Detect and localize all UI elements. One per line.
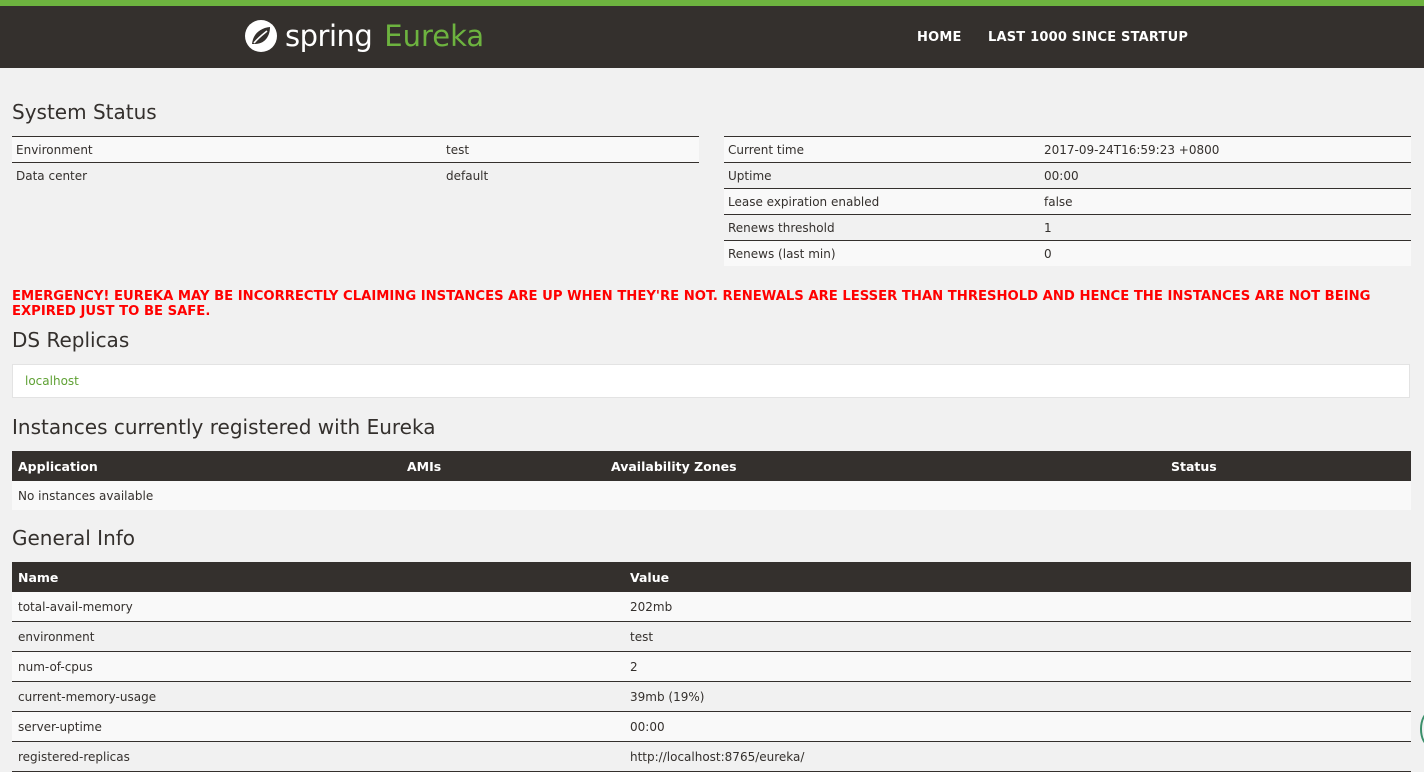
info-value: http://localhost:8765/eureka/ <box>624 741 1411 772</box>
general-info-heading: General Info <box>12 526 136 550</box>
info-value: 2 <box>624 651 1411 682</box>
system-status-right-table: Current time 2017-09-24T16:59:23 +0800 U… <box>724 136 1411 266</box>
instances-heading: Instances currently registered with Eure… <box>12 415 436 439</box>
info-name: registered-replicas <box>12 741 624 772</box>
table-row: registered-replicas http://localhost:876… <box>12 741 1411 772</box>
empty-instances-message: No instances available <box>12 481 1411 510</box>
info-name: server-uptime <box>12 711 624 742</box>
spring-leaf-icon <box>245 20 277 52</box>
brand-eureka-text: Eureka <box>384 19 485 53</box>
status-value: default <box>442 162 699 188</box>
system-status-left-table: Environment test Data center default <box>12 136 699 188</box>
column-header-amis: AMIs <box>401 451 605 481</box>
instances-table: Application AMIs Availability Zones Stat… <box>12 451 1411 510</box>
replica-link-localhost[interactable]: localhost <box>25 374 79 388</box>
status-key: Renews threshold <box>724 214 1040 241</box>
table-row: Environment test <box>12 136 699 163</box>
table-row: Current time 2017-09-24T16:59:23 +0800 <box>724 136 1411 163</box>
floating-widget-handle[interactable] <box>1420 712 1424 746</box>
status-key: Uptime <box>724 162 1040 189</box>
table-row: total-avail-memory 202mb <box>12 592 1411 622</box>
column-header-availability-zones: Availability Zones <box>605 451 1165 481</box>
system-status-heading: System Status <box>12 100 157 124</box>
column-header-name: Name <box>12 562 624 592</box>
info-name: environment <box>12 621 624 652</box>
status-key: Renews (last min) <box>724 240 1040 266</box>
brand-spring-text: spring <box>285 19 373 53</box>
top-navbar: spring Eureka HOME LAST 1000 SINCE START… <box>0 6 1424 68</box>
status-value: 00:00 <box>1040 162 1411 189</box>
table-row: Uptime 00:00 <box>724 162 1411 189</box>
info-name: num-of-cpus <box>12 651 624 682</box>
table-row: environment test <box>12 621 1411 652</box>
info-name: total-avail-memory <box>12 592 624 622</box>
emergency-warning: EMERGENCY! EUREKA MAY BE INCORRECTLY CLA… <box>12 289 1371 319</box>
table-header-row: Name Value <box>12 562 1411 592</box>
status-key: Current time <box>724 136 1040 163</box>
table-row: Data center default <box>12 162 699 188</box>
info-value: 00:00 <box>624 711 1411 742</box>
info-name: current-memory-usage <box>12 681 624 712</box>
table-row: server-uptime 00:00 <box>12 711 1411 742</box>
nav-last-1000-link[interactable]: LAST 1000 SINCE STARTUP <box>988 30 1188 45</box>
ds-replicas-heading: DS Replicas <box>12 328 130 352</box>
status-value: 2017-09-24T16:59:23 +0800 <box>1040 136 1411 163</box>
brand-logo[interactable]: spring Eureka <box>243 16 484 56</box>
table-row: Lease expiration enabled false <box>724 188 1411 215</box>
table-row: Renews threshold 1 <box>724 214 1411 241</box>
column-header-value: Value <box>624 562 1411 592</box>
status-value: 0 <box>1040 240 1411 266</box>
table-row: num-of-cpus 2 <box>12 651 1411 682</box>
status-value: 1 <box>1040 214 1411 241</box>
status-key: Data center <box>12 162 442 188</box>
info-value: 202mb <box>624 592 1411 622</box>
status-key: Lease expiration enabled <box>724 188 1040 215</box>
info-value: test <box>624 621 1411 652</box>
table-row: current-memory-usage 39mb (19%) <box>12 681 1411 712</box>
table-header-row: Application AMIs Availability Zones Stat… <box>12 451 1411 481</box>
table-row: Renews (last min) 0 <box>724 240 1411 266</box>
status-key: Environment <box>12 136 442 163</box>
general-info-table: Name Value total-avail-memory 202mb envi… <box>12 562 1411 772</box>
column-header-status: Status <box>1165 451 1411 481</box>
info-value: 39mb (19%) <box>624 681 1411 712</box>
column-header-application: Application <box>12 451 401 481</box>
status-value: test <box>442 136 699 163</box>
table-row: No instances available <box>12 481 1411 510</box>
nav-home-link[interactable]: HOME <box>917 30 962 45</box>
ds-replicas-list: localhost <box>12 364 1410 398</box>
status-value: false <box>1040 188 1411 215</box>
